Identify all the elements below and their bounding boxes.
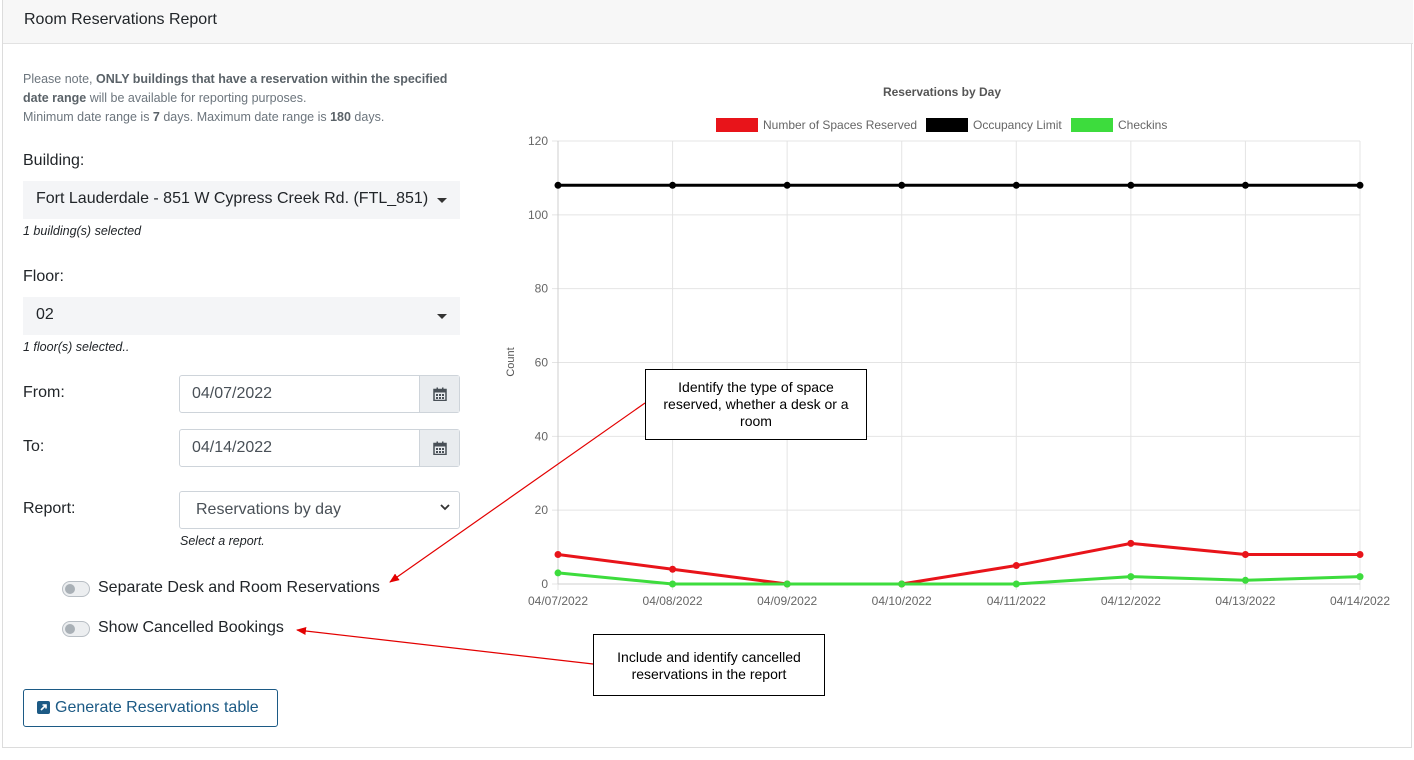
- info-note: Please note, ONLY buildings that have a …: [23, 70, 463, 127]
- from-calendar-button[interactable]: [419, 376, 459, 412]
- calendar-icon: [433, 387, 447, 401]
- building-help: 1 building(s) selected: [23, 224, 142, 238]
- caret-down-icon: [437, 198, 447, 203]
- to-date-input[interactable]: 04/14/2022: [179, 429, 460, 467]
- to-label: To:: [23, 438, 45, 455]
- cancelled-callout: Include and identify cancelled reservati…: [593, 634, 825, 696]
- chevron-down-icon: [440, 504, 450, 511]
- note-prefix: Please note,: [23, 72, 96, 86]
- show-cancelled-toggle[interactable]: [62, 621, 90, 637]
- report-select[interactable]: Reservations by day: [179, 491, 460, 529]
- toggle-knob: [65, 584, 75, 594]
- note-min-days: 7: [152, 110, 160, 124]
- floor-label: Floor:: [23, 268, 64, 285]
- external-link-icon: [37, 701, 50, 714]
- report-label: Report:: [23, 500, 76, 517]
- to-calendar-button[interactable]: [419, 430, 459, 466]
- note-range-prefix: Minimum date range is: [23, 110, 153, 124]
- building-select-value: Fort Lauderdale - 851 W Cypress Creek Rd…: [36, 190, 429, 207]
- generate-button-label: Generate Reservations table: [55, 699, 259, 716]
- report-help: Select a report.: [180, 534, 265, 548]
- note-range-suffix: days.: [350, 110, 385, 124]
- page-title: Room Reservations Report: [24, 11, 217, 28]
- space-type-callout: Identify the type of space reserved, whe…: [645, 369, 867, 440]
- floor-select-value: 02: [36, 306, 54, 323]
- caret-down-icon: [437, 314, 447, 319]
- from-date-value: 04/07/2022: [192, 385, 273, 402]
- show-cancelled-label[interactable]: Show Cancelled Bookings: [98, 619, 284, 637]
- calendar-icon: [433, 441, 447, 455]
- report-select-value: Reservations by day: [196, 501, 341, 518]
- note-suffix: will be available for reporting purposes…: [86, 91, 307, 105]
- note-range-mid: days. Maximum date range is: [159, 110, 331, 124]
- note-max-days: 180: [330, 110, 351, 124]
- from-date-input[interactable]: 04/07/2022: [179, 375, 460, 413]
- floor-select[interactable]: 02: [23, 297, 460, 335]
- generate-reservations-button[interactable]: Generate Reservations table: [23, 689, 278, 727]
- floor-help: 1 floor(s) selected..: [23, 340, 130, 354]
- separate-reservations-label[interactable]: Separate Desk and Room Reservations: [98, 579, 380, 597]
- to-date-value: 04/14/2022: [192, 439, 273, 456]
- building-label: Building:: [23, 152, 85, 169]
- separate-reservations-toggle[interactable]: [62, 581, 90, 597]
- building-select[interactable]: Fort Lauderdale - 851 W Cypress Creek Rd…: [23, 181, 460, 219]
- card-header: Room Reservations Report: [3, 0, 1413, 44]
- toggle-knob: [65, 624, 75, 634]
- from-label: From:: [23, 384, 65, 401]
